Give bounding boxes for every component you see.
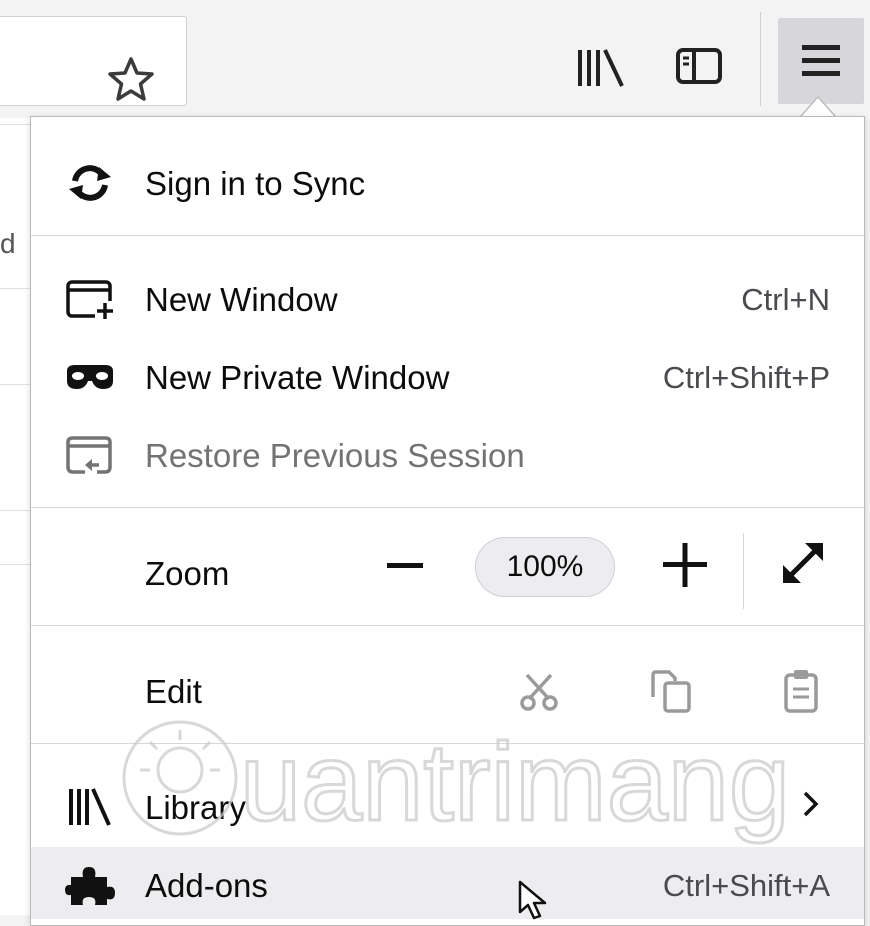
chevron-right-icon: [803, 791, 819, 817]
library-item[interactable]: Library: [31, 769, 864, 841]
sync-icon: [69, 165, 111, 201]
menu-separator: [31, 507, 866, 508]
toolbar-separator: [760, 12, 761, 106]
restore-session-item[interactable]: Restore Previous Session: [31, 417, 864, 489]
new-window-label: New Window: [145, 281, 338, 318]
app-menu-panel: Sign in to Sync New Window Ctrl+N New Pr…: [30, 116, 866, 926]
private-mask-icon: [67, 365, 113, 389]
new-private-window-shortcut: Ctrl+Shift+P: [662, 360, 830, 395]
sign-in-sync-label: Sign in to Sync: [145, 165, 366, 202]
browser-toolbar: [0, 0, 870, 118]
add-ons-item[interactable]: Add-ons Ctrl+Shift+A: [31, 847, 864, 919]
restore-session-icon: [66, 436, 112, 474]
menu-separator: [31, 743, 866, 744]
new-window-icon: [66, 280, 115, 319]
zoom-reset-button[interactable]: 100%: [475, 537, 615, 597]
zoom-out-button[interactable]: [385, 543, 425, 587]
zoom-in-button[interactable]: [661, 541, 709, 589]
cut-icon[interactable]: [519, 671, 559, 711]
puzzle-icon: [65, 867, 115, 905]
zoom-row: Zoom: [31, 535, 864, 607]
restore-session-label: Restore Previous Session: [145, 437, 525, 474]
add-ons-label: Add-ons: [145, 867, 268, 904]
new-window-item[interactable]: New Window Ctrl+N: [31, 261, 864, 333]
fullscreen-icon[interactable]: [779, 539, 827, 587]
new-private-window-item[interactable]: New Private Window Ctrl+Shift+P: [31, 339, 864, 411]
zoom-separator: [743, 533, 744, 609]
library-label: Library: [145, 789, 246, 826]
library-icon[interactable]: [572, 46, 632, 90]
menu-separator: [31, 625, 866, 626]
library-icon: [69, 788, 111, 826]
star-icon[interactable]: [106, 55, 156, 105]
zoom-label: Zoom: [145, 555, 230, 592]
mouse-cursor-icon: [518, 880, 547, 920]
hamburger-menu-icon: [802, 45, 840, 76]
url-bar[interactable]: [0, 16, 187, 106]
new-private-window-label: New Private Window: [145, 359, 450, 396]
edit-label: Edit: [145, 673, 202, 710]
copy-icon[interactable]: [649, 669, 693, 713]
edit-row: Edit: [31, 653, 864, 725]
sidebar-icon[interactable]: [674, 44, 724, 88]
open-menu-button[interactable]: [778, 18, 864, 104]
new-window-shortcut: Ctrl+N: [741, 282, 830, 317]
menu-separator: [31, 235, 866, 236]
paste-icon[interactable]: [783, 667, 819, 713]
page-text-fragment: d: [0, 228, 16, 259]
add-ons-shortcut: Ctrl+Shift+A: [662, 868, 830, 903]
sign-in-sync-item[interactable]: Sign in to Sync: [31, 145, 864, 217]
